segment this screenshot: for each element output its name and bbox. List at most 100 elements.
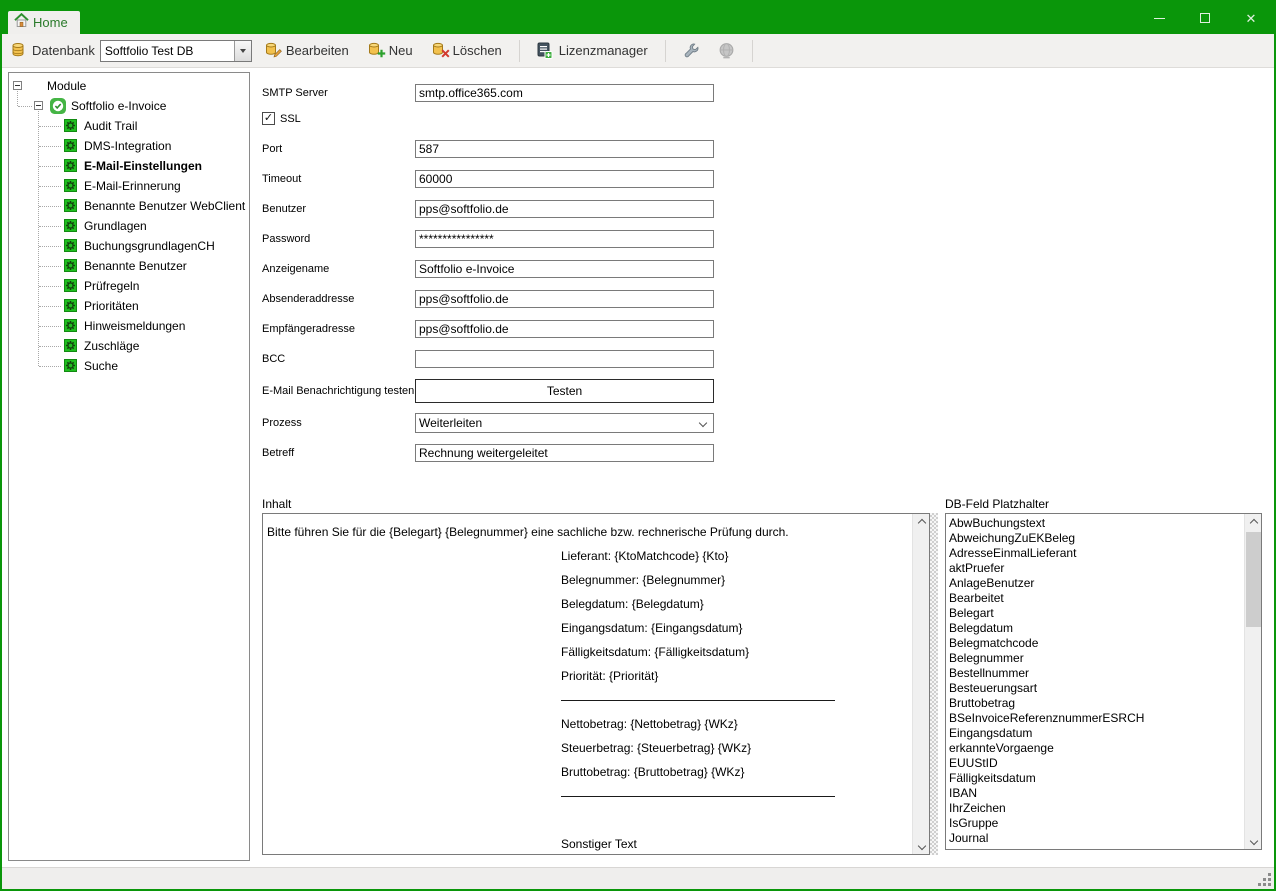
expander-minus-icon[interactable] (13, 81, 22, 90)
benutzer-input[interactable] (415, 200, 714, 218)
placeholder-item[interactable]: aktPruefer (946, 560, 1244, 575)
neu-label: Neu (389, 43, 413, 58)
anzeigename-input[interactable] (415, 260, 714, 278)
placeholder-item[interactable]: AdresseEinmalLieferant (946, 545, 1244, 560)
betreff-input[interactable] (415, 444, 714, 462)
placeholder-item[interactable]: Belegmatchcode (946, 635, 1244, 650)
email-test-button[interactable]: Testen (415, 379, 714, 403)
inhalt-editor[interactable]: Bitte führen Sie für die {Belegart} {Bel… (262, 513, 930, 855)
scroll-up-icon[interactable] (1245, 514, 1262, 531)
close-button[interactable]: ✕ (1228, 2, 1274, 34)
status-bar (2, 867, 1274, 889)
minimize-button[interactable] (1136, 2, 1182, 34)
editor-horizontal-rule (267, 784, 908, 808)
database-add-icon (367, 42, 384, 59)
password-input[interactable] (415, 230, 714, 248)
tree-guide (18, 106, 32, 107)
globe-button[interactable] (712, 39, 741, 62)
smtp-server-label: SMTP Server (262, 87, 415, 99)
maximize-button[interactable] (1182, 2, 1228, 34)
bearbeiten-button[interactable]: Bearbeiten (258, 39, 355, 62)
editor-text-line: Lieferant: {KtoMatchcode} {Kto} (267, 544, 908, 568)
placeholder-item[interactable]: Journal (946, 830, 1244, 845)
tree-guide (39, 326, 61, 327)
scroll-up-icon[interactable] (913, 514, 930, 531)
placeholder-item[interactable]: Bestellnummer (946, 665, 1244, 680)
lizenzmanager-button[interactable]: Lizenzmanager (531, 39, 654, 62)
module-tree: ModuleSoftfolio e-InvoiceAudit TrailDMS-… (9, 73, 249, 860)
placeholder-item[interactable]: Eingangsdatum (946, 725, 1244, 740)
tab-home-label: Home (33, 15, 68, 30)
gear-icon (64, 339, 77, 355)
placeholder-item[interactable]: erkannteVorgaenge (946, 740, 1244, 755)
field-row-port: Port (262, 140, 714, 158)
placeholder-item[interactable]: Besteuerungsart (946, 680, 1244, 695)
scroll-down-icon[interactable] (1245, 832, 1262, 849)
settings-tool-button[interactable] (677, 39, 706, 62)
placeholder-item[interactable]: Bearbeitet (946, 590, 1244, 605)
placeholder-item[interactable]: EUUStID (946, 755, 1244, 770)
minimize-icon (1154, 18, 1165, 19)
placeholder-item[interactable]: IhrZeichen (946, 800, 1244, 815)
port-input[interactable] (415, 140, 714, 158)
datenbank-combobox-dropdown-button[interactable] (234, 41, 251, 61)
ssl-checkbox[interactable]: ✓ (262, 112, 275, 125)
placeholder-item[interactable]: Bruttobetrag (946, 695, 1244, 710)
expander-minus-icon[interactable] (34, 101, 43, 110)
timeout-input[interactable] (415, 170, 714, 188)
bcc-input[interactable] (415, 350, 714, 368)
datenbank-label: Datenbank (32, 43, 95, 58)
maximize-icon (1200, 13, 1210, 23)
placeholder-list-scrollbar[interactable] (1244, 514, 1261, 849)
prozess-select[interactable]: Weiterleiten (415, 413, 714, 433)
tree-item-label: Prüfregeln (84, 279, 139, 293)
title-bar: Home ✕ (2, 2, 1274, 34)
timeout-label: Timeout (262, 173, 415, 185)
port-label: Port (262, 143, 415, 155)
db-feld-platzhalter-list[interactable]: AbwBuchungstextAbweichungZuEKBelegAdress… (945, 513, 1262, 850)
plus-badge-icon (377, 46, 386, 61)
content-area: ModuleSoftfolio e-InvoiceAudit TrailDMS-… (2, 68, 1274, 867)
gear-icon (64, 199, 77, 215)
inhalt-editor-scrollbar[interactable] (912, 514, 929, 854)
gear-icon (64, 259, 77, 275)
field-row-bcc: BCC (262, 350, 714, 368)
neu-button[interactable]: Neu (361, 39, 419, 62)
editor-text-line: Steuerbetrag: {Steuerbetrag} {WKz} (267, 736, 908, 760)
placeholder-item[interactable]: AbwBuchungstext (946, 515, 1244, 530)
check-circle-icon (50, 98, 66, 117)
gear-icon (64, 139, 77, 155)
placeholder-item[interactable]: Belegart (946, 605, 1244, 620)
scrollbar-thumb[interactable] (1246, 532, 1261, 627)
absenderaddresse-input[interactable] (415, 290, 714, 308)
tree-guide (39, 206, 61, 207)
placeholder-item[interactable]: AnlageBenutzer (946, 575, 1244, 590)
placeholder-item[interactable]: Belegnummer (946, 650, 1244, 665)
vertical-splitter[interactable] (930, 513, 938, 855)
datenbank-combobox[interactable]: Softfolio Test DB (100, 40, 252, 62)
placeholder-item[interactable]: AbweichungZuEKBeleg (946, 530, 1244, 545)
globe-icon (718, 42, 735, 59)
tree-guide (39, 166, 61, 167)
placeholder-item[interactable]: BSeInvoiceReferenznummerESRCH (946, 710, 1244, 725)
smtp-server-input[interactable] (415, 84, 714, 102)
empfaengeradresse-input[interactable] (415, 320, 714, 338)
editor-blank-line (267, 808, 908, 832)
placeholder-item[interactable]: Belegdatum (946, 620, 1244, 635)
tree-item-label: Suche (84, 359, 118, 373)
lizenzmanager-label: Lizenzmanager (559, 43, 648, 58)
tree-guide (39, 266, 61, 267)
resize-grip-icon[interactable] (1258, 873, 1271, 886)
placeholder-item[interactable]: IBAN (946, 785, 1244, 800)
scroll-down-icon[interactable] (913, 837, 930, 854)
editor-horizontal-rule (267, 688, 908, 712)
placeholder-items: AbwBuchungstextAbweichungZuEKBelegAdress… (946, 515, 1244, 849)
placeholder-item[interactable]: Fälligkeitsdatum (946, 770, 1244, 785)
tree-guide (39, 286, 61, 287)
tab-home[interactable]: Home (8, 11, 80, 34)
database-icon (10, 42, 27, 59)
loeschen-button[interactable]: Löschen (425, 39, 508, 62)
toolbar-separator (519, 40, 520, 62)
main-toolbar: Datenbank Softfolio Test DB Bearbeiten (2, 34, 1274, 68)
placeholder-item[interactable]: IsGruppe (946, 815, 1244, 830)
